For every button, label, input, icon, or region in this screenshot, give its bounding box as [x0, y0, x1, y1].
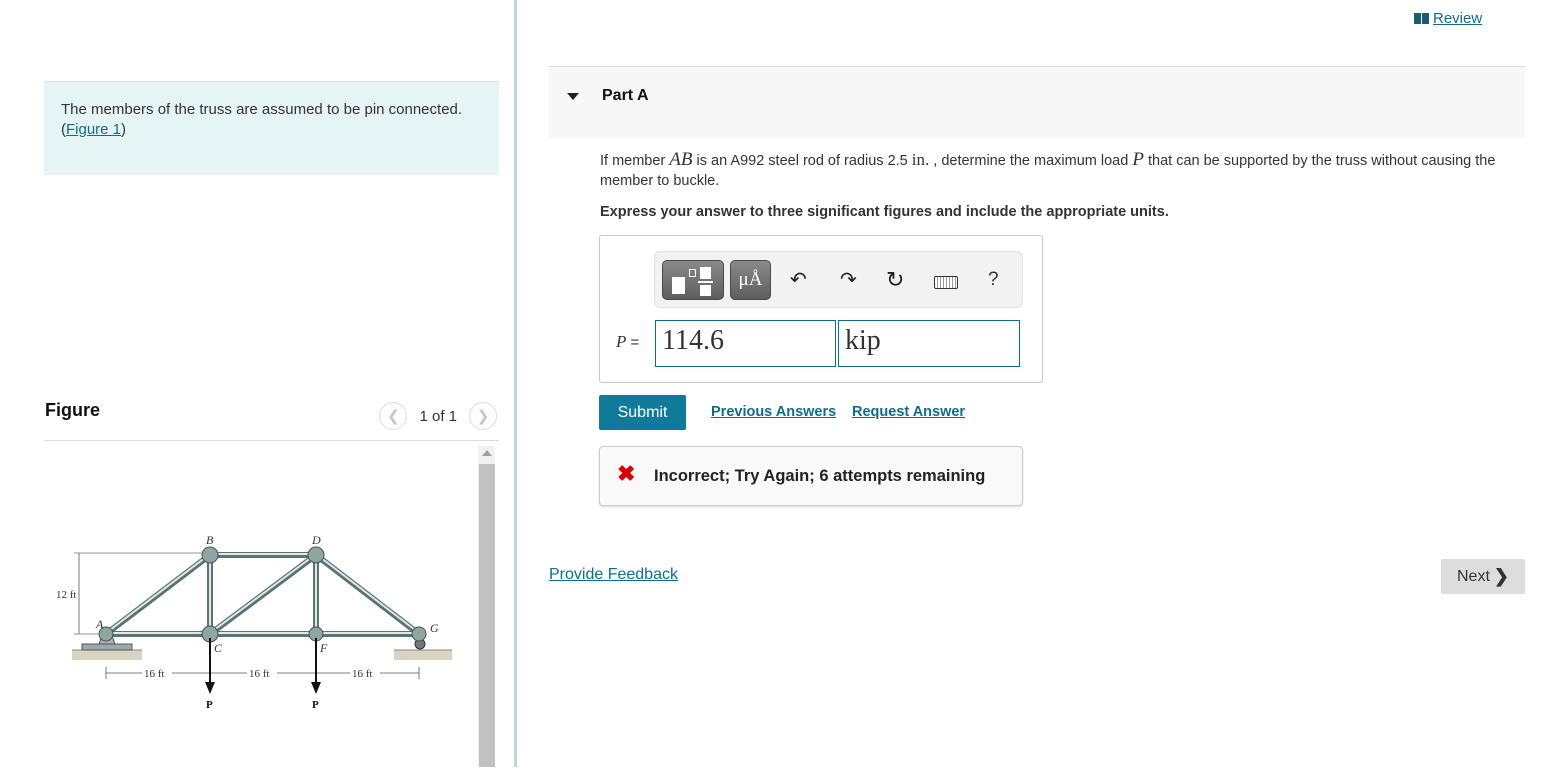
answer-value-input[interactable]: 114.6	[655, 320, 836, 367]
intro-text: The members of the truss are assumed to …	[61, 101, 463, 118]
chevron-right-icon: ❯	[476, 408, 490, 425]
figure-pager: ❮ 1 of 1 ❯	[379, 402, 497, 430]
part-header[interactable]: Part A	[549, 66, 1525, 138]
left-panel: The members of the truss are assumed to …	[0, 0, 515, 767]
caret-down-icon[interactable]	[567, 93, 579, 100]
span-label-1: 16 ft	[144, 668, 164, 680]
next-figure-button[interactable]: ❯	[469, 402, 497, 430]
member-symbol: AB	[669, 149, 693, 170]
question-text: If member AB is an A992 steel rod of rad…	[600, 150, 1530, 191]
truss-highlights	[105, 553, 420, 635]
book-icon	[1414, 13, 1429, 24]
review-link[interactable]: Review	[1414, 10, 1482, 27]
submit-button[interactable]: Submit	[599, 395, 686, 430]
load-label-c: P	[206, 699, 213, 711]
joint-label-a: A	[95, 617, 104, 631]
joint-label-c: C	[214, 641, 223, 655]
ground-right	[394, 650, 452, 660]
load-arrowhead-c	[205, 682, 215, 694]
scroll-up-arrow-icon[interactable]	[482, 450, 492, 456]
answer-unit-input[interactable]: kip	[838, 320, 1020, 367]
keyboard-icon[interactable]	[934, 276, 958, 289]
figure-area: 12 ft A B C D F G 16 ft 16 ft 16 ft P P	[44, 442, 499, 767]
paren: )	[121, 121, 127, 138]
ground-left	[72, 650, 142, 660]
math-toolbar: μÅ ↶ ↷ ↻ ?	[654, 251, 1023, 308]
load-symbol: P	[1132, 149, 1144, 170]
next-label: Next	[1457, 567, 1490, 585]
incorrect-x-icon: ✖	[617, 461, 636, 486]
radius-unit: in.	[911, 150, 930, 169]
templates-button[interactable]	[662, 260, 724, 300]
undo-icon[interactable]: ↶	[790, 268, 807, 292]
answer-variable-label: P =	[616, 332, 639, 352]
figure-link[interactable]: Figure 1	[66, 121, 121, 138]
figure-scrollbar[interactable]	[478, 446, 495, 767]
q-text: is an A992 steel rod of radius 2.5	[692, 153, 912, 169]
intro-box: The members of the truss are assumed to …	[44, 81, 499, 175]
help-icon[interactable]: ?	[988, 268, 999, 292]
answer-box: μÅ ↶ ↷ ↻ ? P = 114.6 kip	[599, 235, 1043, 383]
load-label-f: P	[312, 699, 319, 711]
height-label: 12 ft	[56, 589, 76, 601]
review-label: Review	[1433, 10, 1483, 27]
reset-icon[interactable]: ↻	[886, 268, 904, 292]
figure-header: Figure ❮ 1 of 1 ❯	[44, 395, 499, 441]
joint-b	[201, 546, 219, 564]
figure-title: Figure	[45, 400, 101, 420]
hl	[105, 553, 211, 634]
request-answer-link[interactable]: Request Answer	[852, 404, 965, 420]
prev-figure-button[interactable]: ❮	[379, 402, 408, 430]
joint-label-g: G	[430, 621, 439, 635]
joint-g	[411, 626, 427, 642]
next-button[interactable]: Next ❯	[1441, 559, 1525, 594]
truss-diagram: 12 ft A B C D F G 16 ft 16 ft 16 ft P P	[56, 533, 452, 711]
scroll-thumb[interactable]	[479, 464, 495, 767]
q-text: If member	[600, 153, 670, 169]
joint-label-f: F	[319, 641, 328, 655]
redo-icon[interactable]: ↷	[840, 268, 857, 292]
pin-base	[81, 643, 133, 651]
panel-divider[interactable]	[514, 0, 517, 767]
feedback-box: ✖ Incorrect; Try Again; 6 attempts remai…	[599, 446, 1023, 506]
part-title: Part A	[602, 87, 649, 104]
equals-sign: =	[626, 334, 640, 351]
q-text: , determine the maximum load	[929, 153, 1133, 169]
hl	[209, 553, 317, 634]
joint-label-b: B	[206, 533, 214, 547]
provide-feedback-link[interactable]: Provide Feedback	[549, 566, 678, 584]
previous-answers-link[interactable]: Previous Answers	[711, 404, 836, 420]
feedback-text: Incorrect; Try Again; 6 attempts remaini…	[654, 467, 986, 485]
load-arrowhead-f	[311, 682, 321, 694]
instruction-text: Express your answer to three significant…	[600, 204, 1169, 220]
answer-variable: P	[616, 332, 627, 351]
chevron-right-icon: ❯	[1493, 566, 1509, 586]
units-button[interactable]: μÅ	[730, 260, 771, 300]
chevron-left-icon: ❮	[387, 408, 400, 425]
hl	[315, 553, 420, 634]
joint-d	[307, 546, 325, 564]
span-label-2: 16 ft	[249, 668, 269, 680]
joint-label-d: D	[311, 533, 321, 547]
span-label-3: 16 ft	[352, 668, 372, 680]
pager-text: 1 of 1	[419, 407, 457, 425]
